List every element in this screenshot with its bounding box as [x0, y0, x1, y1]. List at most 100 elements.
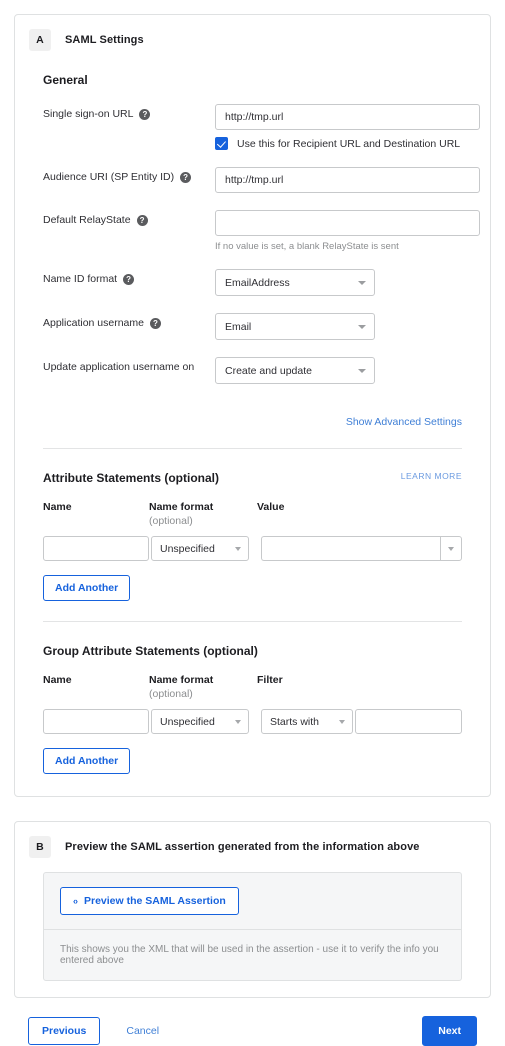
cancel-button[interactable]: Cancel: [120, 1024, 165, 1038]
chevron-down-icon: [235, 719, 241, 724]
previous-button[interactable]: Previous: [28, 1017, 101, 1045]
audience-uri-input[interactable]: http://tmp.url: [215, 167, 480, 193]
name-id-format-control: EmailAddress: [215, 269, 476, 296]
attribute-statements-title: Attribute Statements (optional): [43, 471, 219, 485]
chevron-down-icon: [447, 546, 454, 551]
preview-saml-assertion-label: Preview the SAML Assertion: [84, 895, 226, 907]
group-column-header-name-format: Name format (optional): [149, 674, 257, 700]
group-filter-value: Starts with: [270, 715, 320, 728]
sso-url-label-wrap: Single sign-on URL ?: [29, 104, 215, 121]
default-relaystate-input[interactable]: [215, 210, 480, 236]
sso-url-label: Single sign-on URL: [43, 108, 134, 120]
update-application-username-label-wrap: Update application username on: [29, 357, 215, 374]
sso-url-input[interactable]: http://tmp.url: [215, 104, 480, 130]
show-advanced-settings-link[interactable]: Show Advanced Settings: [346, 416, 462, 428]
help-icon[interactable]: ?: [123, 274, 135, 285]
recipient-url-checkbox-label: Use this for Recipient URL and Destinati…: [237, 137, 461, 150]
attribute-name-format-value: Unspecified: [160, 542, 215, 555]
section-a-header: A SAML Settings: [29, 29, 476, 51]
saml-settings-page: A SAML Settings General Single sign-on U…: [0, 0, 505, 1046]
section-b-title: Preview the SAML assertion generated fro…: [65, 841, 420, 853]
group-attribute-statements-header: Group Attribute Statements (optional): [43, 644, 462, 658]
column-header-name-format: Name format (optional): [149, 501, 257, 527]
chevron-down-icon: [339, 719, 345, 724]
application-username-label-wrap: Application username ?: [29, 313, 215, 330]
saml-preview-card: B Preview the SAML assertion generated f…: [14, 821, 491, 998]
group-attribute-name-input[interactable]: [43, 709, 149, 734]
preview-panel-top: ‹› Preview the SAML Assertion: [44, 873, 461, 930]
application-username-control: Email: [215, 313, 476, 340]
help-icon[interactable]: ?: [149, 318, 161, 329]
column-header-name-format-label: Name format: [149, 501, 214, 513]
column-header-value: Value: [257, 501, 285, 513]
attribute-value-wrap: [261, 536, 462, 561]
field-row-audience-uri: Audience URI (SP Entity ID) ? http://tmp…: [29, 167, 480, 193]
audience-uri-label: Audience URI (SP Entity ID): [43, 171, 175, 183]
group-filter-wrap: Starts with: [261, 709, 462, 734]
checkbox-checked-icon[interactable]: [215, 137, 228, 150]
section-b-header: B Preview the SAML assertion generated f…: [29, 836, 476, 858]
general-group-title: General: [43, 73, 88, 87]
next-button[interactable]: Next: [422, 1016, 477, 1046]
application-username-value: Email: [225, 320, 252, 333]
chevron-down-icon: [235, 546, 241, 551]
application-username-select[interactable]: Email: [215, 313, 375, 340]
attribute-name-format-select[interactable]: Unspecified: [151, 536, 249, 561]
group-column-header-filter: Filter: [257, 674, 283, 686]
attribute-statements-header: Attribute Statements (optional) LEARN MO…: [43, 471, 462, 485]
sso-url-control: http://tmp.url Use this for Recipient UR…: [215, 104, 480, 150]
group-column-header-name-format-optional: (optional): [149, 688, 193, 700]
chevron-down-icon: [358, 324, 366, 329]
field-row-default-relaystate: Default RelayState ? If no value is set,…: [29, 210, 480, 252]
group-attribute-statements-columns: Name Name format (optional) Filter: [43, 674, 462, 700]
section-a-badge: A: [29, 29, 51, 51]
preview-saml-assertion-button[interactable]: ‹› Preview the SAML Assertion: [60, 887, 239, 915]
help-icon[interactable]: ?: [139, 109, 151, 120]
group-attribute-statements-row: Unspecified Starts with: [43, 709, 462, 734]
update-application-username-select[interactable]: Create and update: [215, 357, 375, 384]
audience-uri-label-wrap: Audience URI (SP Entity ID) ?: [29, 167, 215, 184]
section-a-title: SAML Settings: [65, 34, 144, 46]
preview-panel: ‹› Preview the SAML Assertion This shows…: [43, 872, 462, 981]
recipient-url-checkbox-row[interactable]: Use this for Recipient URL and Destinati…: [215, 137, 480, 150]
divider: [43, 448, 462, 449]
update-application-username-value: Create and update: [225, 364, 312, 377]
default-relaystate-hint: If no value is set, a blank RelayState i…: [215, 241, 399, 252]
field-row-application-username: Application username ? Email: [29, 313, 476, 340]
attribute-add-another-button[interactable]: Add Another: [43, 575, 131, 601]
help-icon[interactable]: ?: [180, 172, 192, 183]
group-filter-text-input[interactable]: [355, 709, 462, 734]
show-advanced-settings-row: Show Advanced Settings: [29, 412, 476, 430]
group-column-header-name-format-label: Name format: [149, 674, 214, 686]
update-application-username-control: Create and update: [215, 357, 476, 384]
application-username-label: Application username: [43, 317, 144, 329]
group-attribute-name-format-select[interactable]: Unspecified: [151, 709, 249, 734]
divider: [43, 621, 462, 622]
field-row-update-application-username-on: Update application username on Create an…: [29, 357, 476, 384]
default-relaystate-label-wrap: Default RelayState ?: [29, 210, 215, 227]
group-attribute-add-another-button[interactable]: Add Another: [43, 748, 131, 774]
name-id-format-select[interactable]: EmailAddress: [215, 269, 375, 296]
attribute-value-dropdown-button[interactable]: [440, 536, 462, 561]
chevron-down-icon: [358, 368, 366, 373]
field-row-name-id-format: Name ID format ? EmailAddress: [29, 269, 476, 296]
code-brackets-icon: ‹›: [73, 896, 78, 906]
field-row-sso-url: Single sign-on URL ? http://tmp.url Use …: [29, 104, 480, 150]
group-filter-select[interactable]: Starts with: [261, 709, 353, 734]
audience-uri-control: http://tmp.url: [215, 167, 480, 193]
attribute-statements-learn-more-link[interactable]: LEARN MORE: [401, 471, 462, 481]
name-id-format-label-wrap: Name ID format ?: [29, 269, 215, 286]
chevron-down-icon: [358, 280, 366, 285]
section-b-badge: B: [29, 836, 51, 858]
attribute-value-input[interactable]: [261, 536, 440, 561]
column-header-name-format-optional: (optional): [149, 515, 193, 527]
column-header-name: Name: [43, 501, 72, 513]
update-application-username-label: Update application username on: [43, 361, 195, 373]
saml-settings-card: A SAML Settings General Single sign-on U…: [14, 14, 491, 797]
help-icon[interactable]: ?: [136, 215, 148, 226]
attribute-name-input[interactable]: [43, 536, 149, 561]
attribute-statements-row: Unspecified: [43, 536, 462, 561]
group-attribute-name-format-value: Unspecified: [160, 715, 215, 728]
group-column-header-name: Name: [43, 674, 72, 686]
name-id-format-label: Name ID format: [43, 273, 118, 285]
